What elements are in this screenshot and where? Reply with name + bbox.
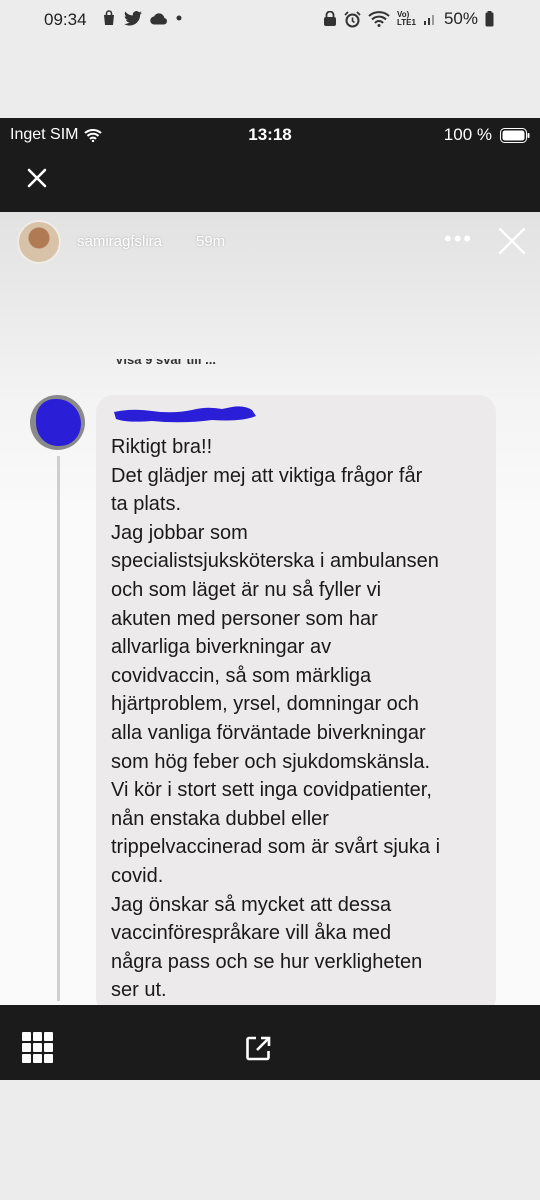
thread-line	[57, 456, 60, 1001]
redacted-name	[114, 406, 256, 423]
truncated-header-text: Visa 9 svar till ...	[115, 359, 216, 367]
battery-percent: 50%	[443, 9, 478, 28]
alarm-lock-icon	[324, 11, 336, 26]
grid-icon[interactable]	[22, 1032, 53, 1063]
close-icon[interactable]	[26, 167, 48, 189]
dot-icon	[176, 15, 182, 21]
comment-line: och som läget är nu så fyller vi	[111, 578, 382, 601]
lte-label-bottom: LTE1	[397, 18, 416, 27]
viewer-toolbar	[0, 1005, 540, 1080]
comment-line: några pass och se hur verkligheten	[111, 950, 423, 973]
notification-icons	[102, 10, 182, 26]
story-username[interactable]: samiragfslira	[77, 233, 162, 250]
comment-text: Riktigt bra!! Det glädjer mej att viktig…	[111, 433, 491, 1005]
shopping-bag-icon	[104, 10, 114, 25]
cloud-icon	[150, 12, 167, 25]
android-status-bar: 09:34 Vo) LTE1 50%	[0, 0, 540, 40]
comment-line: som hög feber och sjukdomskänsla.	[111, 750, 431, 773]
twitter-icon	[124, 10, 142, 26]
comment-line: Riktigt bra!!	[111, 436, 213, 458]
comment-line: Det glädjer mej att viktiga frågor får	[111, 464, 423, 487]
shared-image: samiragfslira 59m ••• Visa 9 svar till .…	[0, 212, 540, 1005]
truncated-header: Visa 9 svar till ...	[115, 359, 255, 371]
comment-line: hjärtproblem, yrsel, domningar och	[111, 693, 419, 716]
share-icon[interactable]	[245, 1035, 272, 1062]
story-close-icon[interactable]	[497, 226, 527, 256]
comment-line: Jag jobbar som	[111, 521, 248, 544]
viewer-header: Inget SIM 13:18 100 %	[0, 118, 540, 212]
wifi-icon	[368, 11, 390, 27]
comment-line: covidvaccin, så som märkliga	[111, 664, 372, 687]
story-avatar[interactable]	[17, 220, 61, 264]
comment-line: Vi kör i stort sett inga covidpatienter,	[111, 779, 432, 802]
ios-battery-label: 100 %	[443, 125, 492, 144]
battery-icon	[485, 11, 494, 27]
comment-line: vaccinförespråkare vill åka med	[111, 922, 392, 945]
ios-status-bar: Inget SIM 13:18 100 %	[0, 118, 540, 148]
comment-line: Jag önskar så mycket att dessa	[111, 893, 392, 916]
ios-battery-icon	[500, 127, 530, 143]
lte-label: Vo) LTE1	[397, 11, 416, 27]
story-header: samiragfslira 59m •••	[0, 212, 540, 274]
system-icons: Vo) LTE1 50%	[323, 9, 494, 29]
comment-line: nån enstaka dubbel eller	[111, 807, 329, 830]
status-time: 09:34	[44, 10, 87, 29]
avatar-redaction	[36, 399, 81, 446]
story-time: 59m	[196, 233, 226, 250]
comment-line: alla vanliga förväntade biverkningar	[111, 721, 426, 744]
ios-battery: 100 %	[444, 125, 530, 145]
signal-icon	[423, 15, 434, 25]
comment-line: trippelvaccinerad som är svårt sjuka i	[111, 836, 441, 859]
alarm-icon	[344, 10, 361, 27]
comment-line: akuten med personer som har	[111, 607, 378, 630]
commenter-avatar[interactable]	[30, 395, 85, 450]
comment-line: ser ut.	[111, 979, 167, 1002]
comment-line: allvarliga biverkningar av	[111, 636, 332, 659]
comment-line: specialistsjuksköterska i ambulansen	[111, 550, 439, 573]
comment-line: covid.	[111, 864, 164, 887]
comment-line: ta plats.	[111, 493, 182, 516]
more-options-icon[interactable]: •••	[444, 226, 473, 252]
